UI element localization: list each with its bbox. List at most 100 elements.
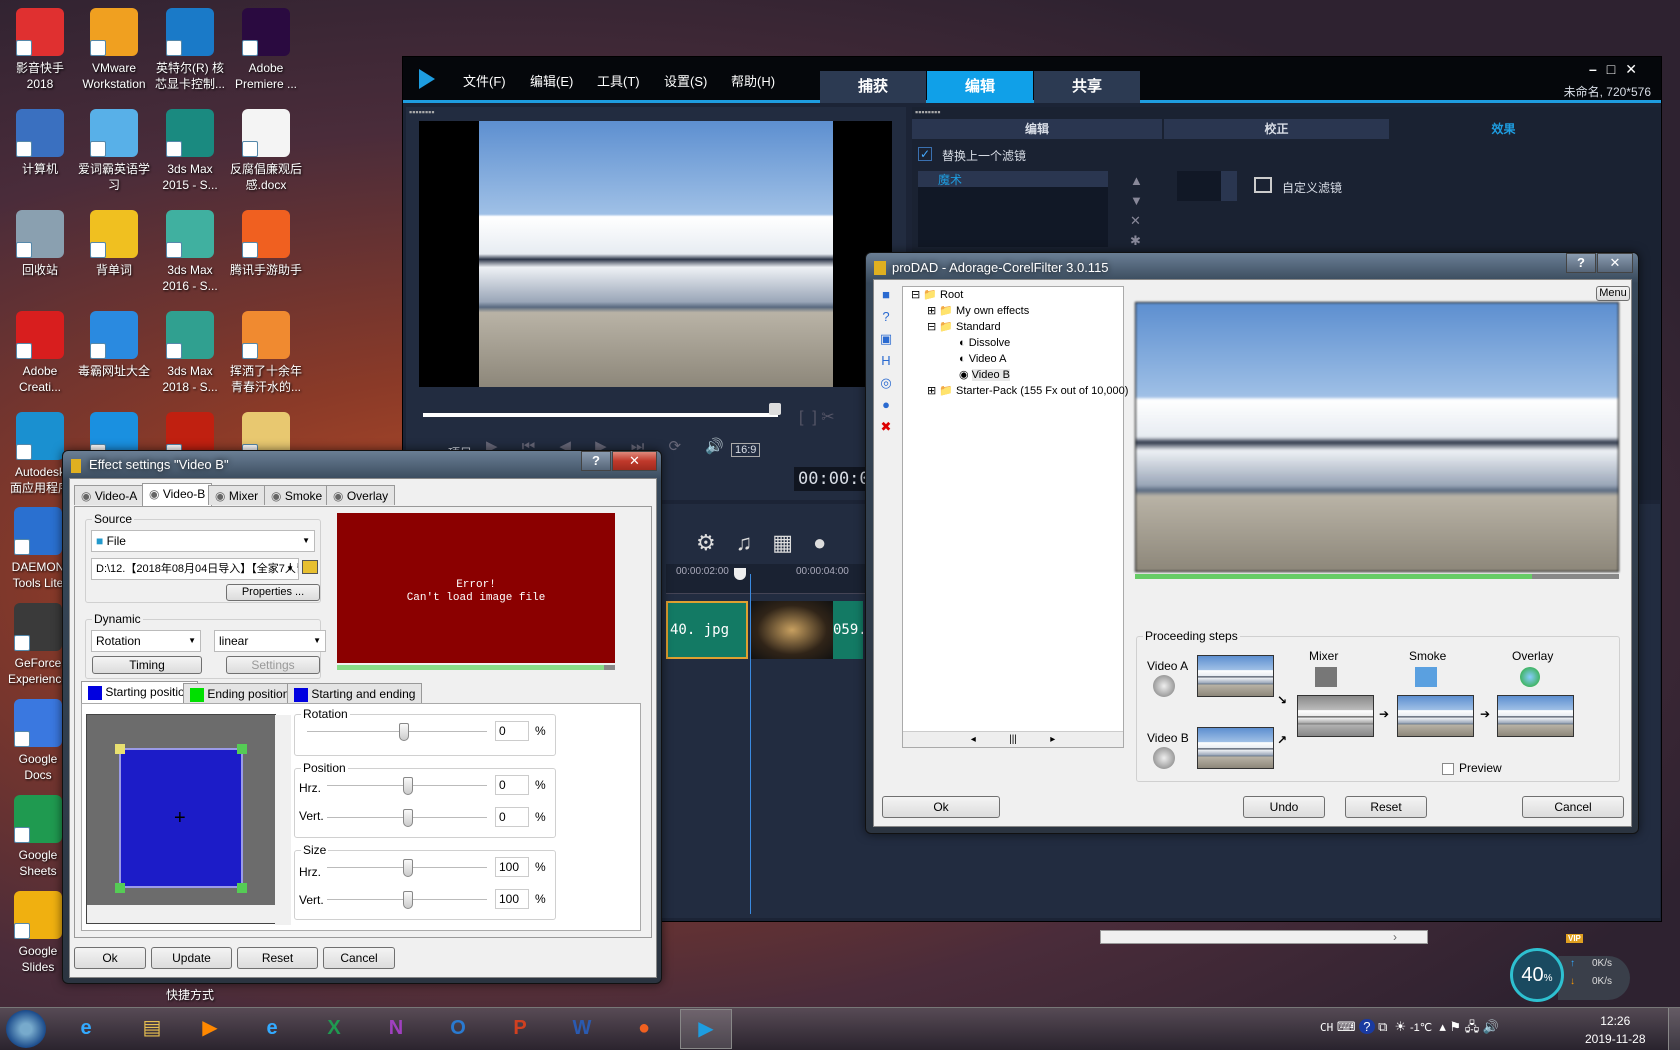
properties-button[interactable]: Properties ... [226,584,320,601]
background-window-scrollbar[interactable]: › [1100,930,1428,944]
taskbar-onenote[interactable]: N [370,1009,422,1049]
playhead[interactable] [734,568,746,580]
folder-icon[interactable] [302,560,318,574]
taskbar-corel[interactable]: ▶ [680,1009,732,1049]
position-tab[interactable]: Starting position [81,681,199,704]
window-controls[interactable]: –□✕ [1589,61,1647,78]
tree-root[interactable]: Root [940,289,963,301]
desktop-icon[interactable]: Adobe Creati... [2,311,78,395]
size-vert-slider[interactable] [327,891,487,909]
position-vert-slider[interactable] [327,809,487,827]
canvas-vscrollbar[interactable] [275,715,291,925]
position-canvas[interactable]: + [86,714,291,925]
filter-list[interactable]: 魔术 [918,171,1108,247]
tree-dissolve[interactable]: Dissolve [969,337,1011,349]
aspect-ratio-button[interactable]: 16:9 [731,443,761,457]
taskbar-ie[interactable]: e [60,1009,112,1049]
slider-thumb[interactable] [399,723,409,741]
taskbar-ie2[interactable]: e [246,1009,298,1049]
show-desktop-button[interactable] [1668,1008,1680,1050]
slider-thumb[interactable] [403,891,413,909]
tree-standard[interactable]: Standard [956,321,1001,333]
tab-capture[interactable]: 捕获 [820,71,926,103]
timing-button[interactable]: Timing [92,656,202,674]
taskbar-excel[interactable]: X [308,1009,360,1049]
taskbar-powerpoint[interactable]: P [494,1009,546,1049]
menu-item[interactable]: 编辑(E) [530,71,573,90]
keyboard-icon[interactable]: ⌨ [1337,1019,1356,1034]
input-language[interactable]: CH [1320,1021,1333,1034]
flag-icon[interactable]: ⚑ [1449,1019,1461,1034]
network-icon[interactable]: 🖧 [1465,1019,1480,1034]
clock[interactable]: 12:26 2019-11-28 [1585,1012,1646,1048]
weather-icon[interactable]: ☀ [1395,1019,1407,1034]
tab-overlay[interactable]: ◉ Overlay [326,485,396,505]
window-icon[interactable]: ⧉ [1378,1019,1387,1034]
volume-icon[interactable]: 🔊 [1483,1019,1499,1034]
taskbar-explorer[interactable]: ▤ [126,1009,178,1049]
tree-my-effects[interactable]: My own effects [956,305,1029,317]
scrubber-handle[interactable] [769,403,781,415]
tree-starter-pack[interactable]: Starter-Pack (155 Fx out of 10,000) [956,385,1128,397]
desktop-icon[interactable]: 影音快手 2018 [2,8,78,92]
network-widget[interactable]: VIP 40% ↑ 0K/s ↓ 0K/s [1510,934,1630,1006]
effect-tree[interactable]: ⊟ 📁 Root ⊞ 📁 My own effects ⊟ 📁 Standard… [902,286,1128,748]
clip[interactable]: 40. jpg [666,601,748,659]
handle-bottom-left[interactable] [115,883,125,893]
slider-thumb[interactable] [403,859,413,877]
help-button[interactable]: ? [581,451,611,471]
clip-thumbnail[interactable] [751,601,833,659]
menu-item[interactable]: 工具(T) [597,71,640,90]
position-tab[interactable]: Starting and ending [287,683,423,703]
menu-item[interactable]: 帮助(H) [731,71,775,90]
close-button[interactable]: ✕ [612,451,657,471]
preview-checkbox[interactable] [1442,763,1454,775]
ok-button[interactable]: Ok [74,947,146,969]
menu-item[interactable]: 设置(S) [664,71,707,90]
position-hrz-slider[interactable] [327,777,487,795]
filter-item[interactable]: 魔术 [918,171,1108,187]
desktop-icon[interactable]: 爱词霸英语学 习 [76,109,152,193]
mark-in-out-icon[interactable]: [ ] ✂ [799,407,835,427]
tree-video-a[interactable]: Video A [969,353,1007,365]
custom-filter-label[interactable]: 自定义滤镜 [1282,179,1342,196]
clip[interactable]: 059. [833,601,863,659]
desktop-icon[interactable]: 腾讯手游助手 [228,210,304,278]
menu-button[interactable]: Menu [1596,286,1630,301]
desktop-icon[interactable]: 英特尔(R) 核 芯显卡控制... [152,8,228,92]
desktop-icon[interactable]: 背单词 [76,210,152,278]
desktop-icon[interactable]: 回收站 [2,210,78,278]
start-button[interactable] [6,1010,46,1048]
cancel-button[interactable]: Cancel [1522,796,1624,818]
cancel-button[interactable]: Cancel [323,947,395,969]
help-button[interactable]: ? [1566,253,1596,273]
desktop-icon[interactable]: 3ds Max 2016 - S... [152,210,228,294]
source-type-select[interactable]: ■ File [91,530,315,552]
panel-tab-correct[interactable]: 校正 [1164,119,1389,139]
ok-button[interactable]: Ok [882,796,1000,818]
handle-top-left[interactable] [115,744,125,754]
rotation-input[interactable]: 0 [495,721,529,741]
custom-filter-icon[interactable] [1254,177,1272,193]
rotation-slider[interactable] [307,723,487,741]
tab-share[interactable]: 共享 [1034,71,1140,103]
reset-button[interactable]: Reset [237,947,318,969]
tab-video-b[interactable]: ◉ Video-B [142,483,213,506]
tab-video-a[interactable]: ◉ Video-A [74,485,145,505]
tab-smoke[interactable]: ◉ Smoke [264,485,330,505]
handle-bottom-right[interactable] [237,883,247,893]
desktop-icon[interactable]: 3ds Max 2015 - S... [152,109,228,193]
filter-order-controls[interactable]: ▲ ▼ ✕ ✱ [1130,171,1143,251]
reset-button[interactable]: Reset [1345,796,1427,818]
source-path-field[interactable]: D:\12.【2018年08月04日导入】【全家7人皆 [91,558,299,580]
tree-scrollbar[interactable]: ◂ ||| ▸ [903,731,1123,747]
handle-top-right[interactable] [237,744,247,754]
update-button[interactable]: Update [151,947,232,969]
position-hrz-input[interactable]: 0 [495,775,529,795]
show-hidden-icon[interactable]: ▴ [1439,1019,1446,1034]
slider-thumb[interactable] [403,809,413,827]
scrubber[interactable] [423,413,778,417]
weather-temp[interactable]: -1℃ [1410,1022,1432,1034]
taskbar-outlook[interactable]: O [432,1009,484,1049]
help-icon[interactable]: ? [1359,1019,1375,1034]
